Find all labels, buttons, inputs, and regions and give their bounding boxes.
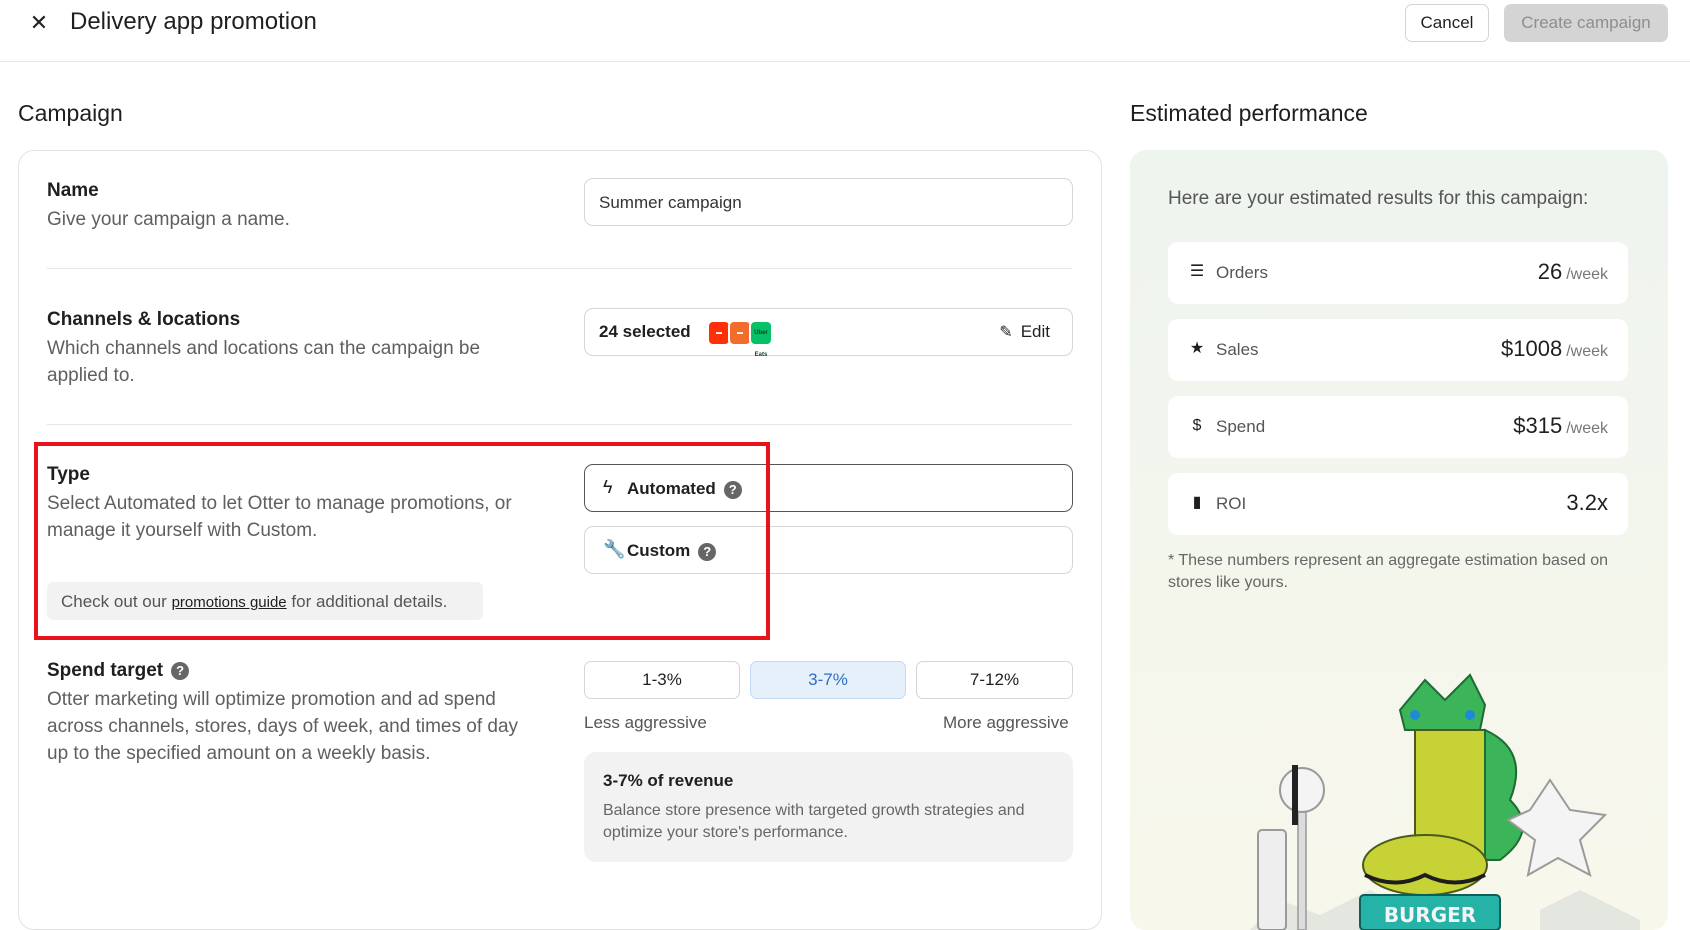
metric-spend: $ Spend $315/week: [1168, 396, 1628, 458]
edit-label: Edit: [1020, 322, 1050, 341]
campaign-heading: Campaign: [18, 100, 123, 126]
page-title: Delivery app promotion: [70, 8, 317, 35]
metric-unit: /week: [1566, 343, 1608, 360]
divider: [47, 424, 1072, 425]
channels-desc: Which channels and locations can the cam…: [47, 338, 481, 386]
metric-sales: ★ Sales $1008/week: [1168, 319, 1628, 381]
create-campaign-button[interactable]: Create campaign: [1504, 4, 1668, 42]
illustration-text: BURGER: [1384, 903, 1476, 927]
spend-info-box: 3-7% of revenue Balance store presence w…: [584, 752, 1073, 862]
name-title: Name: [47, 180, 99, 201]
performance-heading: Estimated performance: [1130, 100, 1368, 126]
name-desc: Give your campaign a name.: [47, 209, 290, 230]
metric-value: 3.2x: [1566, 490, 1608, 515]
more-aggressive-label: More aggressive: [943, 713, 1069, 732]
close-icon[interactable]: ✕: [28, 10, 50, 36]
top-bar: ✕ Delivery app promotion Cancel Create c…: [0, 0, 1690, 62]
spend-info-desc: Balance store presence with targeted gro…: [603, 802, 1025, 841]
bar-chart-icon: ▮: [1192, 494, 1202, 511]
metric-label: Sales: [1216, 340, 1259, 359]
uber-eats-logo-icon: Uber Eats: [749, 320, 773, 358]
metric-unit: /week: [1566, 420, 1608, 437]
cancel-button[interactable]: Cancel: [1405, 4, 1489, 42]
performance-footnote: * These numbers represent an aggregate e…: [1168, 552, 1608, 591]
edit-channels-button[interactable]: ✎ Edit: [999, 322, 1050, 342]
dollar-icon: $: [1192, 417, 1202, 434]
divider: [47, 268, 1072, 269]
metric-orders: ☰ Orders 26/week: [1168, 242, 1628, 304]
star-icon: ★: [1189, 340, 1205, 357]
channels-title: Channels & locations: [47, 309, 241, 330]
metric-roi: ▮ ROI 3.2x: [1168, 473, 1628, 535]
metric-label: ROI: [1216, 494, 1247, 513]
spend-title-text: Spend target: [47, 660, 164, 681]
spend-option-1-3[interactable]: 1-3%: [584, 661, 740, 699]
help-icon[interactable]: ?: [171, 661, 190, 680]
channels-count: 24 selected: [599, 322, 691, 341]
less-aggressive-label: Less aggressive: [584, 713, 707, 732]
performance-panel: Here are your estimated results for this…: [1130, 150, 1668, 930]
metric-label: Orders: [1216, 263, 1268, 282]
metric-label: Spend: [1216, 417, 1266, 436]
burger-illustration: BURGER: [1250, 673, 1640, 930]
metric-value: $315: [1513, 413, 1563, 438]
metric-value: 26: [1537, 259, 1563, 284]
spend-option-3-7[interactable]: 3-7%: [750, 661, 906, 699]
channels-selector[interactable]: 24 selected ▬ ▬ Uber Eats ✎ Edit: [584, 308, 1073, 358]
channel-logos: ▬ ▬ Uber Eats: [707, 320, 773, 358]
highlight-box: [34, 442, 770, 640]
spend-info-title: 3-7% of revenue: [603, 771, 734, 790]
spend-option-7-12[interactable]: 7-12%: [916, 661, 1073, 699]
campaign-name-input[interactable]: Summer campaign: [584, 178, 1073, 226]
orders-icon: ☰: [1189, 263, 1205, 280]
performance-intro: Here are your estimated results for this…: [1168, 188, 1589, 209]
metric-unit: /week: [1566, 266, 1608, 283]
spend-title: Spend target?: [47, 660, 190, 682]
campaign-name-value: Summer campaign: [599, 193, 742, 212]
metric-value: $1008: [1501, 336, 1563, 361]
spend-desc: Otter marketing will optimize promotion …: [47, 689, 519, 764]
pencil-icon: ✎: [999, 324, 1013, 341]
